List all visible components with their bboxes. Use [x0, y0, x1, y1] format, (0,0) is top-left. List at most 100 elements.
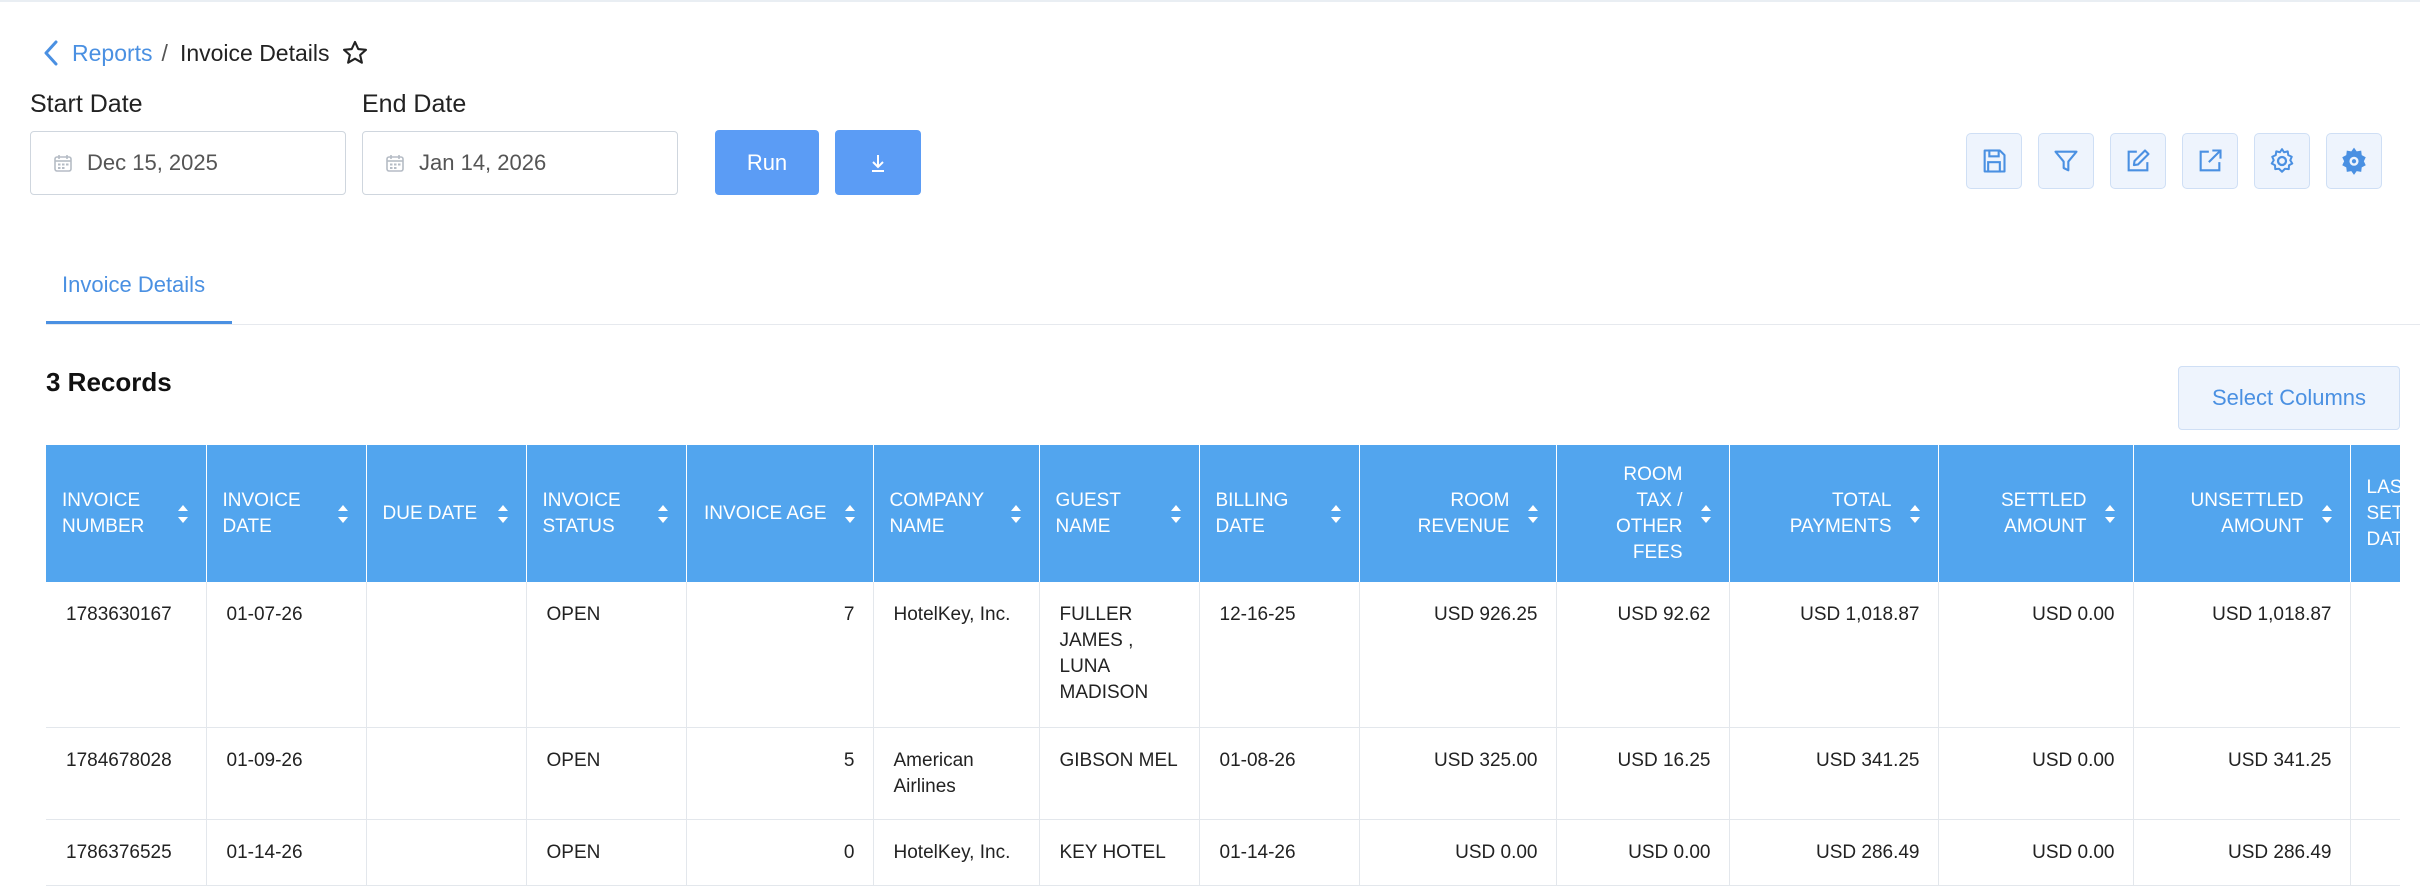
sort-arrows-icon[interactable] — [2103, 499, 2117, 529]
table-cell: USD 0.00 — [1938, 582, 2134, 728]
calendar-icon — [54, 155, 72, 172]
gear-settings-button[interactable] — [2326, 133, 2382, 189]
column-header[interactable]: Guest Name — [1039, 445, 1200, 582]
column-header-label: Invoice Status — [542, 489, 621, 537]
sort-arrows-icon[interactable] — [1526, 499, 1540, 529]
save-button[interactable] — [1966, 133, 2022, 189]
column-header-label: Last Settled Date — [2366, 476, 2401, 550]
table-cell: 1784678028 — [46, 727, 207, 820]
column-header-label: Invoice Age — [704, 502, 827, 524]
start-date-value: Dec 15, 2025 — [87, 150, 218, 175]
sort-arrows-icon[interactable] — [336, 499, 350, 529]
table-row[interactable]: 1784678028 01-09-26 OPEN 5 American Airlines… — [46, 727, 2400, 820]
record-count: 3 Records — [46, 367, 172, 397]
sort-arrows-icon[interactable] — [1329, 499, 1343, 529]
table-cell: USD 16.25 — [1556, 727, 1730, 820]
table-cell: OPEN — [526, 727, 687, 820]
table-cell: USD 1,018.87 — [2133, 582, 2351, 728]
settings-icon — [2270, 148, 2294, 173]
table-cell — [2350, 819, 2400, 886]
column-header-label: Billing Date — [1215, 489, 1289, 537]
gear-settings-icon — [2342, 147, 2366, 175]
column-header[interactable]: Invoice Age — [686, 445, 874, 582]
table-cell: American Airlines — [873, 727, 1040, 820]
table-cell: USD 0.00 — [1938, 819, 2134, 886]
table-cell: 0 — [686, 819, 874, 886]
invoice-table-container[interactable]: Invoice Number Invoice Date Due Date Invoic… — [46, 445, 2400, 890]
column-header-label: Unsettled Amount — [2190, 489, 2304, 537]
table-cell: 01-07-26 — [206, 582, 367, 728]
table-row[interactable]: 1786376525 01-14-26 OPEN 0 HotelKey, Inc. KEY… — [46, 819, 2400, 886]
sort-arrows-icon[interactable] — [1908, 499, 1922, 529]
column-header-label: Due Date — [382, 502, 478, 524]
table-cell: USD 0.00 — [1359, 819, 1557, 886]
edit-button[interactable] — [2110, 133, 2166, 189]
column-header-label: Settled Amount — [2000, 489, 2087, 537]
table-cell: USD 0.00 — [1938, 727, 2134, 820]
sort-arrows-icon[interactable] — [1009, 499, 1023, 529]
column-header[interactable]: Invoice Date — [206, 445, 367, 582]
column-header[interactable]: Billing Date — [1199, 445, 1360, 582]
table-cell: 12-16-25 — [1199, 582, 1360, 728]
sort-arrows-icon[interactable] — [1169, 499, 1183, 529]
column-header-label: Total Payments — [1789, 489, 1892, 537]
table-cell: USD 286.49 — [1729, 819, 1939, 886]
table-cell: USD 926.25 — [1359, 582, 1557, 728]
download-button[interactable] — [835, 130, 921, 195]
column-header-label: Room Tax / Other Fees — [1616, 463, 1683, 563]
settings-button[interactable] — [2254, 133, 2310, 189]
sort-arrows-icon[interactable] — [2320, 499, 2334, 529]
column-header[interactable]: Total Payments — [1729, 445, 1939, 582]
column-header[interactable]: Invoice Number — [46, 445, 207, 582]
table-header-row: Invoice Number Invoice Date Due Date Invoic… — [46, 445, 2400, 582]
back-chevron-icon[interactable] — [38, 38, 64, 68]
column-header[interactable]: Room Revenue — [1359, 445, 1557, 582]
table-row[interactable]: 1783630167 01-07-26 OPEN 7 HotelKey, Inc. FUL… — [46, 582, 2400, 728]
sort-arrows-icon[interactable] — [1699, 499, 1713, 529]
column-header[interactable]: Unsettled Amount — [2133, 445, 2351, 582]
column-header-label: Guest Name — [1055, 489, 1121, 537]
filter-button[interactable] — [2038, 133, 2094, 189]
table-cell: 1783630167 — [46, 582, 207, 728]
sort-arrows-icon[interactable] — [656, 499, 670, 529]
table-cell: 01-08-26 — [1199, 727, 1360, 820]
table-cell — [366, 727, 527, 820]
table-cell: USD 286.49 — [2133, 819, 2351, 886]
column-header[interactable]: Last Settled Date — [2350, 445, 2400, 582]
breadcrumb: Reports / Invoice Details — [38, 36, 370, 70]
start-date-field[interactable]: Dec 15, 2025 — [30, 131, 346, 195]
table-cell: 5 — [686, 727, 874, 820]
top-divider — [0, 0, 2420, 2]
sort-arrows-icon[interactable] — [176, 499, 190, 529]
table-cell — [366, 819, 527, 886]
table-cell: 1786376525 — [46, 819, 207, 886]
invoice-table: Invoice Number Invoice Date Due Date Invoic… — [46, 445, 2400, 886]
tab-invoice-details[interactable]: Invoice Details — [46, 272, 221, 324]
table-cell: USD 1,018.87 — [1729, 582, 1939, 728]
column-header[interactable]: Invoice Status — [526, 445, 687, 582]
favorite-star-icon[interactable] — [340, 38, 370, 68]
download-icon — [872, 154, 884, 172]
column-header[interactable]: Due Date — [366, 445, 527, 582]
table-cell: 01-14-26 — [1199, 819, 1360, 886]
select-columns-button[interactable]: Select Columns — [2178, 366, 2400, 430]
run-button[interactable]: Run — [715, 130, 819, 195]
table-cell: USD 341.25 — [1729, 727, 1939, 820]
end-date-field[interactable]: Jan 14, 2026 — [362, 131, 678, 195]
table-cell: USD 325.00 — [1359, 727, 1557, 820]
sort-arrows-icon[interactable] — [843, 499, 857, 529]
sort-arrows-icon[interactable] — [496, 499, 510, 529]
breadcrumb-reports-link[interactable]: Reports — [72, 40, 153, 67]
start-date-label: Start Date — [30, 90, 143, 118]
table-cell: HotelKey, Inc. — [873, 819, 1040, 886]
export-button[interactable] — [2182, 133, 2238, 189]
column-header[interactable]: Company Name — [873, 445, 1040, 582]
table-cell: OPEN — [526, 819, 687, 886]
column-header-label: Company Name — [889, 489, 984, 537]
table-cell: OPEN — [526, 582, 687, 728]
calendar-icon — [386, 155, 404, 172]
column-header[interactable]: Room Tax / Other Fees — [1556, 445, 1730, 582]
column-header[interactable]: Settled Amount — [1938, 445, 2134, 582]
table-cell: USD 92.62 — [1556, 582, 1730, 728]
column-header-label: Invoice Date — [222, 489, 301, 537]
